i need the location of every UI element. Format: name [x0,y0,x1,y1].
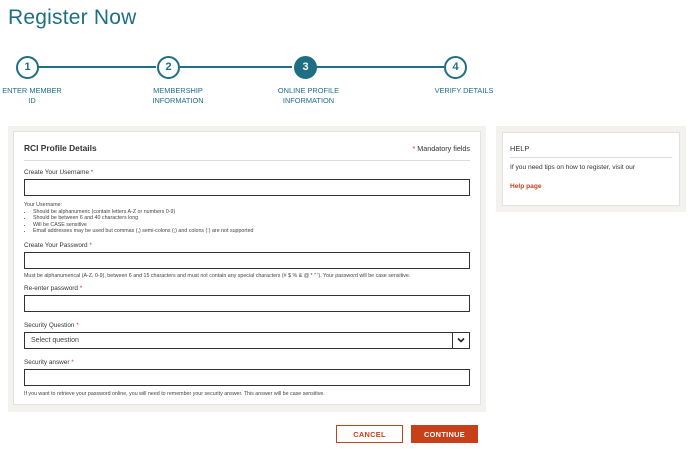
stepper-connector-2-3 [180,66,292,68]
password-rules: Must be alphanumerical (A-Z, 0-9), betwe… [24,273,411,279]
password-label: Create Your Password * [24,242,92,249]
security-answer-input[interactable] [25,374,469,389]
security-question-select[interactable]: Select question [24,332,470,349]
stepper-connector-1-2 [37,66,156,68]
stepper-connector-3-4 [316,66,444,68]
help-divider [510,157,672,158]
help-title: HELP [510,144,530,153]
step-2-label: MEMBERSHIP INFORMATION [152,86,204,105]
progress-stepper: 1 2 3 4 ENTER MEMBER ID MEMBERSHIP INFOR… [0,0,690,110]
username-rule: Email addresses may be used but commas (… [33,228,254,235]
password-field[interactable] [24,252,470,272]
password-input[interactable] [25,257,469,272]
username-rule: Will be CASE sensitive [33,222,254,229]
security-question-label: Security Question * [24,322,79,329]
step-3-circle-active: 3 [294,56,317,79]
select-divider [452,333,453,348]
cancel-button[interactable]: CANCEL [336,425,403,443]
step-2-circle: 2 [157,56,180,79]
security-question-value: Select question [31,337,79,344]
reenter-password-field[interactable] [24,295,470,315]
help-panel: HELP If you need tips on how to register… [502,132,680,206]
username-rule: Should be between 6 and 40 characters lo… [33,215,254,222]
step-1-label: ENTER MEMBER ID [2,86,62,105]
username-input[interactable] [25,184,469,199]
security-answer-label: Security answer * [24,359,74,366]
username-label: Create Your Username * [24,169,94,176]
mandatory-star: * [412,144,416,153]
mandatory-text: Mandatory fields [417,144,470,153]
step-3-label: ONLINE PROFILE INFORMATION [277,86,340,105]
step-4-circle: 4 [444,56,467,79]
step-1-circle: 1 [16,56,39,79]
step-4-label: VERIFY DETAILS [434,86,494,95]
security-answer-field[interactable] [24,369,470,389]
form-title: RCI Profile Details [24,143,97,153]
username-rule: Should be alphanumeric (contain letters … [33,209,254,216]
chevron-down-icon[interactable] [456,335,466,345]
username-field[interactable] [24,179,470,199]
mandatory-fields-note: * Mandatory fields [412,144,470,153]
reenter-password-input[interactable] [25,300,469,315]
form-title-divider [24,160,470,161]
reenter-password-label: Re-enter password * [24,285,83,292]
security-answer-hint: If you want to retrieve your password on… [24,391,325,397]
continue-button[interactable]: CONTINUE [411,425,478,443]
help-page-link[interactable]: Help page [510,183,542,190]
help-body: If you need tips on how to register, vis… [510,164,635,171]
profile-form-panel: RCI Profile Details * Mandatory fields C… [13,131,481,405]
username-rules: Your Username: Should be alphanumeric (c… [24,202,254,235]
